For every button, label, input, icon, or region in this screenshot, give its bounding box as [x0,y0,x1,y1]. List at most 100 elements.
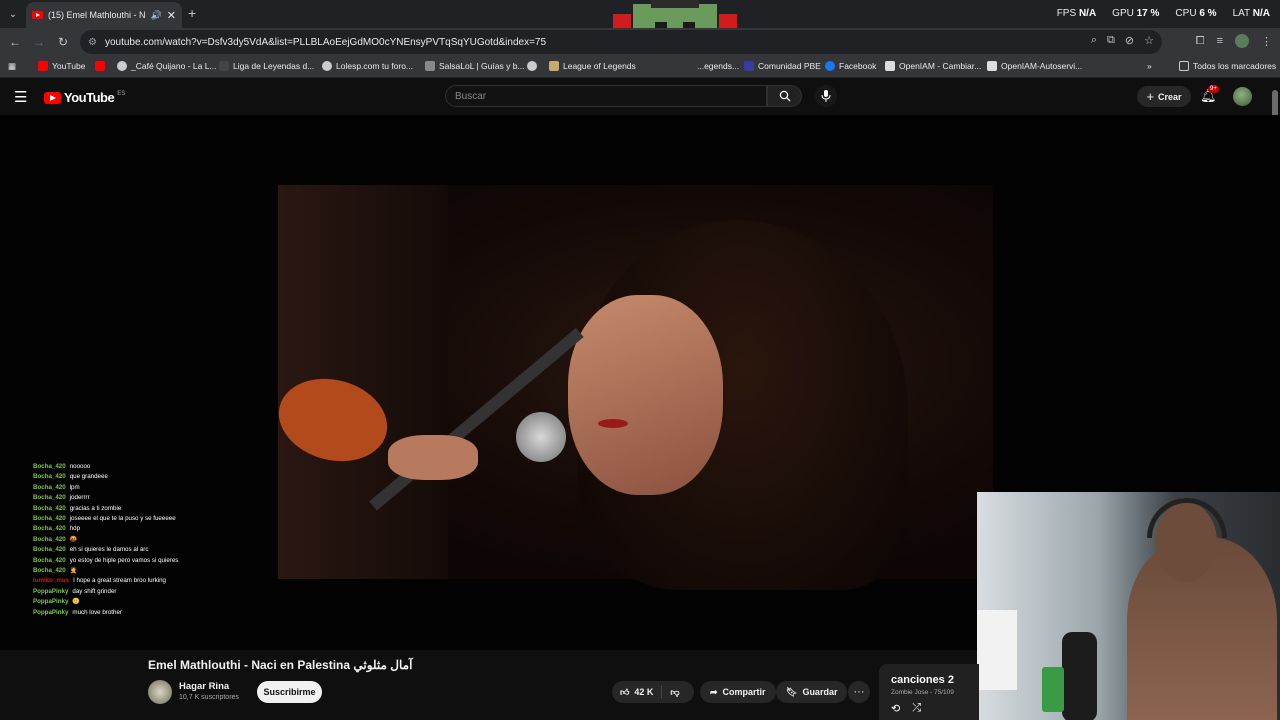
bookmark-lolesp[interactable]: Lolesp.com tu foro... [322,61,413,71]
profile-avatar-icon[interactable] [1235,34,1249,48]
dislike-button[interactable]: 👎︎ [662,687,687,698]
search-box [445,85,802,107]
menu-hamburger-icon[interactable]: ☰ [14,88,27,106]
loop-icon[interactable]: ⟲ [891,702,900,715]
chat-message: PoppaPinky much love brother [33,608,283,618]
channel-avatar[interactable] [148,680,172,704]
youtube-favicon-icon [32,11,43,19]
chat-message: Bocha_420 gracias a ti zombie [33,504,283,514]
chat-message: Bocha_420 lpm [33,483,283,493]
bookmark-star-icon[interactable]: ☆ [1144,34,1154,47]
account-avatar[interactable] [1233,87,1252,106]
screen: ⌄ (15) Emel Mathlouthi - Naci 🔊 ✕ + FPS … [0,0,1280,720]
playlist-title: canciones 2 [891,674,954,686]
chat-message: PoppaPinky 🙂 [33,597,283,607]
bookmarks-bar: ▦ YouTube _Café Quijano - La L... Liga d… [0,56,1280,78]
chat-message: Bocha_420 joderrrr [33,493,283,503]
playlist-panel[interactable]: canciones 2 Zombie Jose - 75/109 ⟲ ⤮ [879,664,979,720]
browser-toolbar: ← → ↻ ⚙ youtube.com/watch?v=Dsfv3dy5VdA&… [0,28,1280,56]
browser-tab-active[interactable]: (15) Emel Mathlouthi - Naci 🔊 ✕ [26,2,182,28]
search-input[interactable] [445,85,767,107]
search-button[interactable] [767,85,802,107]
bookmark-facebook[interactable]: Facebook [825,61,876,71]
chat-message: Bocha_420 que grandeee [33,472,283,482]
bookmark-youtube[interactable]: YouTube [38,61,85,71]
chat-message: Bocha_420 🤬 [33,535,283,545]
site-icon [744,61,754,71]
globe-icon [117,61,127,71]
tab-search-button[interactable]: ⌄ [4,5,22,23]
extensions-icon[interactable]: ⧠ [1196,35,1205,48]
chat-message: Bocha_420 yo estoy de hiple pero vamos si… [33,556,283,566]
create-button[interactable]: + Crear [1137,86,1191,107]
audio-playing-icon[interactable]: 🔊 [151,10,162,21]
search-icon [779,90,790,102]
install-icon[interactable]: ⧉ [1107,34,1115,47]
chat-text: 🙂 [72,598,81,606]
chat-text: yo estoy de hiple pero vamos si quieres [69,556,179,564]
all-bookmarks-folder[interactable]: Todos los marcadores [1179,61,1276,71]
chat-text: eh si quieres le damos al arc [69,546,149,554]
youtube-icon[interactable] [95,61,105,71]
channel-name[interactable]: Hagar Rina [179,681,229,692]
chat-message: Bocha_420 joseeee el que te la puso y se … [33,514,283,524]
subscribe-button[interactable]: Suscribirme [257,681,322,703]
headset-icon [1147,498,1227,538]
more-actions-button[interactable]: ··· [848,681,870,703]
globe-icon[interactable] [527,61,537,71]
browser-menu-icon[interactable]: ⋮ [1261,35,1272,48]
plus-icon: + [1146,89,1155,104]
media-control-icon[interactable]: ≡ [1217,35,1223,47]
playlist-subtitle: Zombie Jose - 75/109 [891,689,954,696]
back-arrow-icon[interactable]: ← [3,30,27,54]
chat-message: Bocha_420 nooooo [33,462,283,472]
bookmark-liga-leyendas[interactable]: Liga de Leyendas d... [219,61,314,71]
share-button[interactable]: ➦ Compartir [700,681,776,703]
chat-message: Bocha_420 🤦 [33,566,283,576]
apps-grid-icon[interactable]: ▦ [8,61,16,72]
chat-username: Bocha_420 [33,567,66,575]
bookmark-league-of-legends[interactable]: League of Legends [549,61,636,71]
reload-icon[interactable]: ↻ [51,30,75,54]
voice-search-button[interactable] [815,85,837,107]
chat-message: PoppaPinky day shift grinder [33,587,283,597]
new-tab-button[interactable]: + [188,5,196,21]
bookmark-legends[interactable]: ...egends... [697,61,739,71]
chat-text: gracias a ti zombie [69,504,122,512]
chat-text: day shift grinder [72,587,117,595]
youtube-logo[interactable]: YouTube ES [44,90,125,105]
thumbs-down-icon: 👎︎ [670,686,680,697]
facebook-icon [825,61,835,71]
like-count: 42 K [634,687,654,697]
bookmark-openiam-cambiar[interactable]: OpenIAM - Cambiar... [885,61,981,71]
more-bookmarks-chevron-icon[interactable]: » [1147,61,1152,71]
bookmark-cafe-quijano[interactable]: _Café Quijano - La L... [117,61,217,71]
zoom-icon[interactable]: ⌕ [1091,34,1097,47]
chat-username: lumiko_mus [33,577,70,585]
video-title: Emel Mathlouthi - Naci en Palestina آمال… [148,658,413,672]
chat-username: Bocha_420 [33,535,66,543]
fps-stat: FPS N/A [1056,8,1097,19]
bookmark-salsalol[interactable]: SalsaLoL | Guías y b... [425,61,525,71]
chat-message: Bocha_420 hdp [33,524,283,534]
address-bar[interactable]: ⚙ youtube.com/watch?v=Dsfv3dy5VdA&list=P… [80,30,1162,54]
chat-text: hdp [69,525,81,533]
tab-title: (15) Emel Mathlouthi - Naci [48,10,146,20]
webcam-overlay [977,492,1280,720]
address-text: youtube.com/watch?v=Dsfv3dy5VdA&list=PLL… [104,36,547,48]
site-info-icon[interactable]: ⚙ [88,37,97,48]
bookmark-openiam-autoservicio[interactable]: OpenIAM-Autoservi... [987,61,1082,71]
eye-off-icon[interactable]: ⊘ [1125,34,1134,47]
shuffle-icon[interactable]: ⤮ [912,702,921,715]
close-tab-icon[interactable]: ✕ [167,9,176,22]
notification-badge: 9+ [1208,85,1219,93]
save-button[interactable]: 🔖︎ Guardar [776,681,848,703]
video-frame [269,185,993,590]
site-icon [987,61,997,71]
chat-text: que grandeee [69,473,108,481]
youtube-header: ☰ YouTube ES + Crear 🔔︎ 9+ [0,79,1280,115]
forward-arrow-icon[interactable]: → [27,30,51,54]
like-button[interactable]: 👍︎ 42 K [612,685,663,699]
chat-username: PoppaPinky [33,587,69,595]
bookmark-comunidad-pbe[interactable]: Comunidad PBE [744,61,821,71]
